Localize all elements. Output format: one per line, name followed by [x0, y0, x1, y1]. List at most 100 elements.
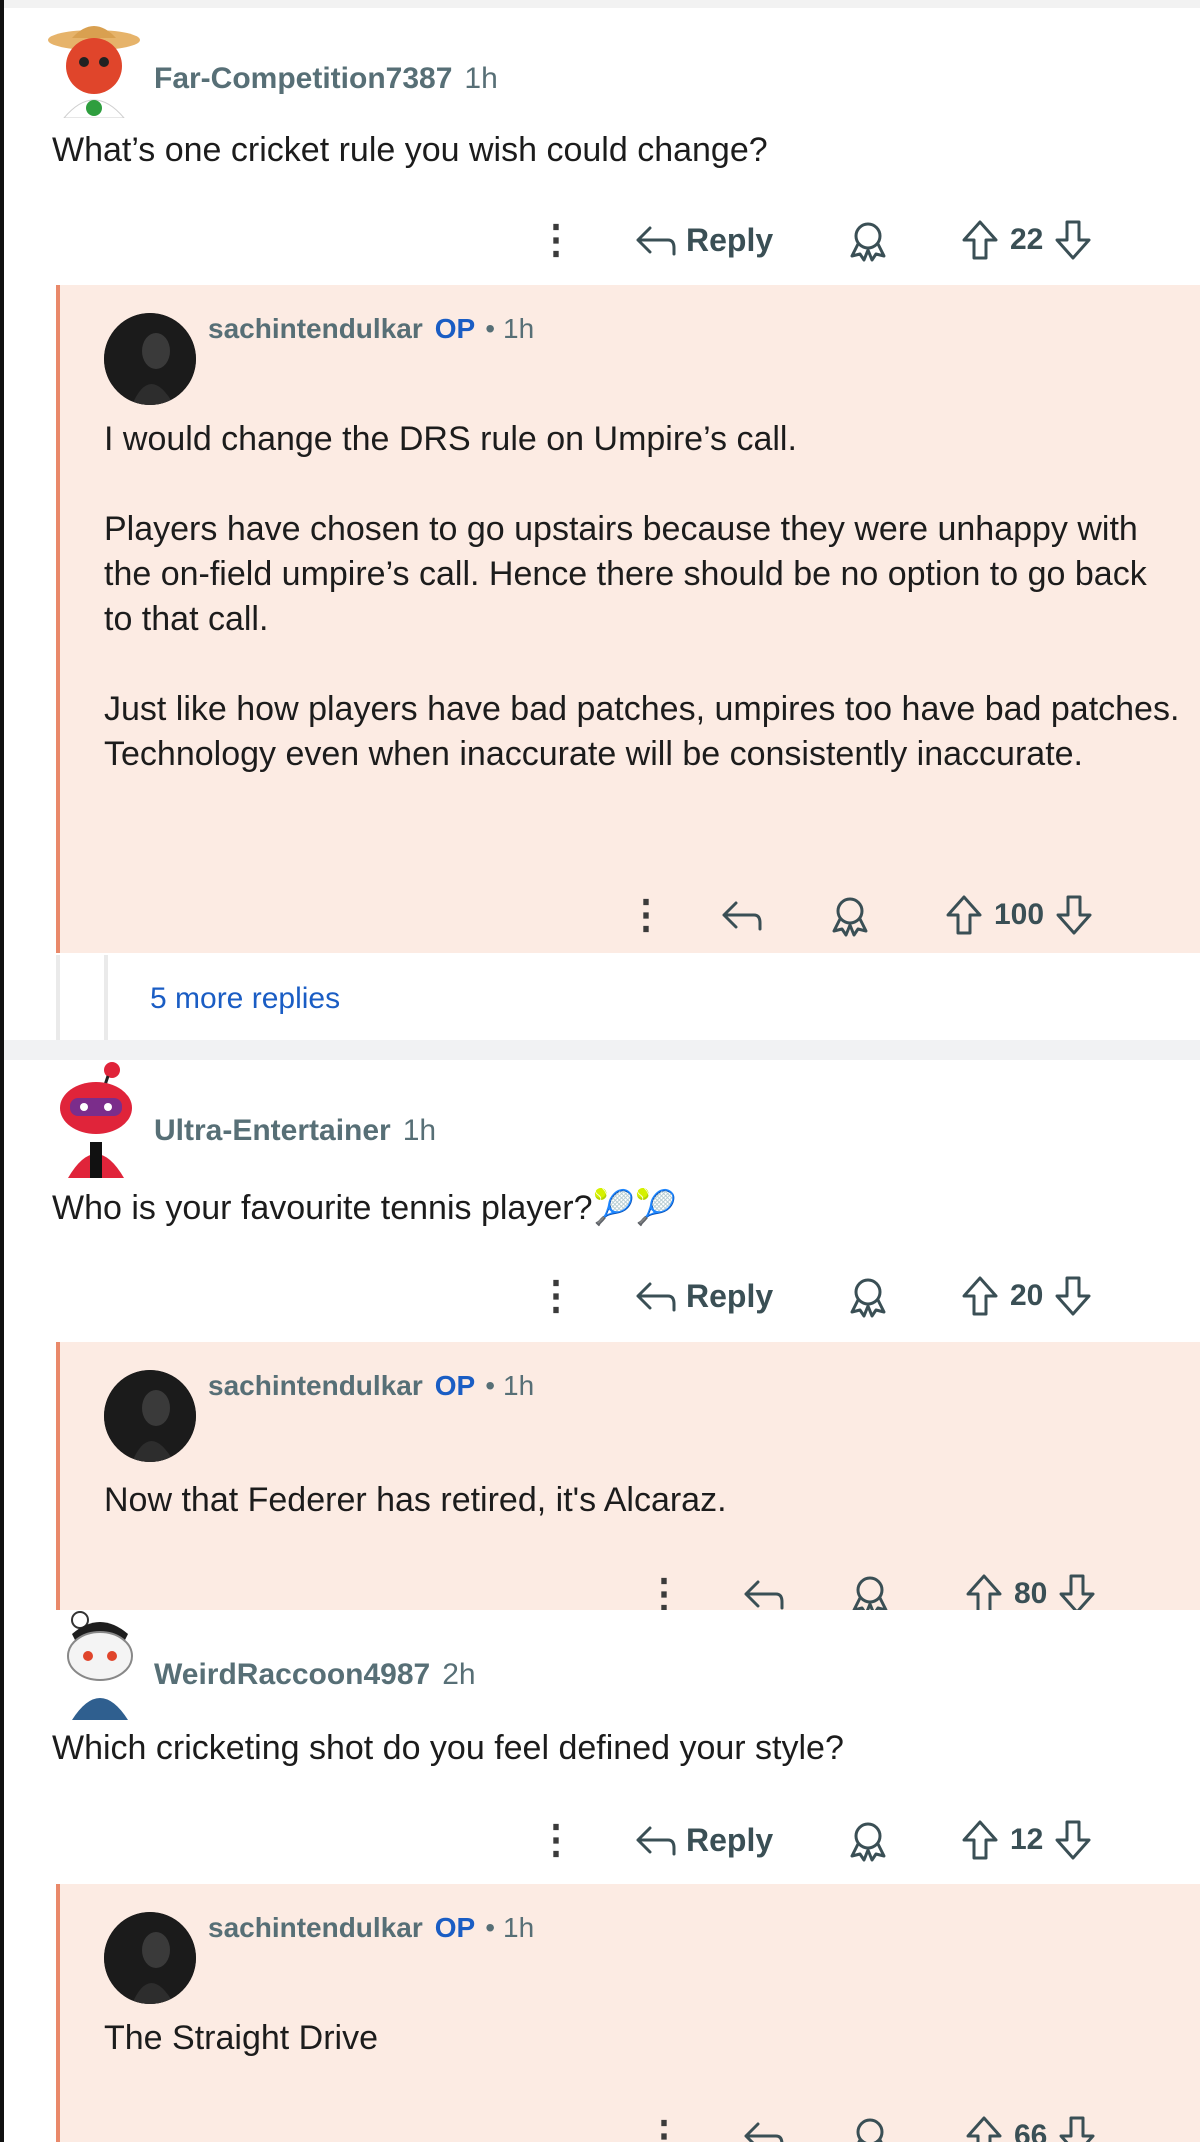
- comment-thread-2: Ultra-Entertainer 1h Who is your favouri…: [4, 1060, 1200, 1610]
- reply-time: 1h: [503, 313, 535, 344]
- more-options-button[interactable]: ⋮: [536, 1810, 576, 1870]
- more-options-button[interactable]: ⋮: [536, 1266, 576, 1326]
- upvote-icon[interactable]: [944, 893, 984, 937]
- op-avatar[interactable]: [104, 1370, 196, 1462]
- comment-body: Who is your favourite tennis player?🎾🎾: [52, 1189, 678, 1227]
- user-avatar[interactable]: [58, 1608, 142, 1720]
- comment-thread-3: WeirdRaccoon4987 2h Which cricketing sho…: [4, 1600, 1200, 2142]
- award-icon: [850, 1278, 886, 1318]
- reply-author[interactable]: sachintendulkar: [208, 1370, 423, 1402]
- thread-line: [56, 955, 60, 1040]
- separator-dot: •: [485, 1912, 496, 1943]
- upvote-icon[interactable]: [960, 218, 1000, 262]
- award-icon: [856, 2118, 884, 2142]
- reply-comment: sachintendulkar OP • 1h I would change t…: [56, 285, 1200, 953]
- reply-paragraph: Just like how players have bad patches, …: [104, 690, 1180, 773]
- user-avatar[interactable]: [46, 10, 144, 118]
- comment-meta: Ultra-Entertainer 1h: [154, 1114, 436, 1148]
- reply-button[interactable]: [742, 2106, 786, 2142]
- comment-actions: ⋮ Reply 20: [4, 1266, 1200, 1326]
- vote-controls: 20: [960, 1266, 1093, 1326]
- reply-author[interactable]: sachintendulkar: [208, 1912, 423, 1944]
- more-options-button[interactable]: ⋮: [536, 210, 576, 270]
- thread-separator: [4, 1040, 1200, 1060]
- vote-count: 66: [1014, 2119, 1048, 2142]
- reply-paragraph: I would change the DRS rule on Umpire’s …: [104, 420, 797, 458]
- comment-time: 1h: [464, 62, 498, 95]
- downvote-icon[interactable]: [1053, 218, 1093, 262]
- reply-label: Reply: [686, 1821, 774, 1858]
- reply-arrow-icon: [636, 226, 676, 256]
- comment-author[interactable]: Ultra-Entertainer: [154, 1114, 391, 1148]
- comment-thread-1: Far-Competition7387 1h What’s one cricke…: [4, 0, 1200, 1040]
- award-icon: [850, 1822, 886, 1862]
- comment-time: 1h: [402, 1114, 437, 1147]
- kebab-icon: ⋮: [536, 1818, 576, 1862]
- award-icon: [850, 222, 886, 262]
- reply-arrow-icon: [722, 901, 762, 931]
- kebab-icon: ⋮: [626, 893, 666, 937]
- comment-actions: ⋮ Reply 22: [4, 210, 1200, 270]
- downvote-icon[interactable]: [1053, 1274, 1093, 1318]
- separator-dot: •: [485, 313, 496, 344]
- award-button[interactable]: [846, 1810, 890, 1870]
- comment-author[interactable]: WeirdRaccoon4987: [154, 1658, 430, 1692]
- reply-label: Reply: [686, 221, 774, 258]
- upvote-icon[interactable]: [960, 1818, 1000, 1862]
- award-button[interactable]: [846, 1266, 890, 1326]
- award-button[interactable]: [846, 210, 890, 270]
- op-avatar[interactable]: [104, 313, 196, 405]
- reply-paragraph: Players have chosen to go upstairs becau…: [104, 510, 1147, 638]
- comment-actions: ⋮ Reply 12: [4, 1810, 1200, 1870]
- reply-arrow-icon: [636, 1826, 676, 1856]
- reply-author[interactable]: sachintendulkar: [208, 313, 423, 345]
- vote-controls: 66: [964, 2106, 1097, 2142]
- comment-body: Which cricketing shot do you feel define…: [52, 1729, 844, 1767]
- vote-controls: 100: [944, 885, 1094, 945]
- vote-controls: 12: [960, 1810, 1093, 1870]
- reply-arrow-icon: [636, 1282, 676, 1312]
- vote-count: 12: [1010, 1823, 1044, 1856]
- separator-dot: •: [485, 1370, 496, 1401]
- downvote-icon[interactable]: [1054, 893, 1094, 937]
- user-avatar[interactable]: [56, 1062, 142, 1178]
- comment-body: What’s one cricket rule you wish could c…: [52, 131, 768, 169]
- downvote-icon[interactable]: [1053, 1818, 1093, 1862]
- reply-body: I would change the DRS rule on Umpire’s …: [104, 417, 1184, 777]
- vote-count: 22: [1010, 223, 1044, 256]
- upvote-icon[interactable]: [964, 2114, 1004, 2142]
- kebab-icon: ⋮: [536, 218, 576, 262]
- reply-body: Now that Federer has retired, it's Alcar…: [104, 1478, 1184, 1523]
- reply-paragraph: Now that Federer has retired, it's Alcar…: [104, 1481, 727, 1519]
- reply-button[interactable]: Reply: [634, 210, 773, 270]
- comment-text: Who is your favourite tennis player?🎾🎾: [52, 1186, 1152, 1231]
- reply-actions: ⋮ 100: [60, 885, 1200, 945]
- comment-author[interactable]: Far-Competition7387: [154, 62, 452, 96]
- comment-time: 2h: [442, 1658, 476, 1691]
- reply-comment: sachintendulkar OP • 1h The Straight Dri…: [56, 1884, 1200, 2142]
- reply-button[interactable]: [720, 885, 764, 945]
- comment-text: Which cricketing shot do you feel define…: [52, 1726, 1152, 1771]
- upvote-icon[interactable]: [960, 1274, 1000, 1318]
- reply-meta: sachintendulkar OP • 1h: [208, 1370, 534, 1402]
- kebab-icon: ⋮: [644, 2114, 684, 2142]
- downvote-icon[interactable]: [1057, 2114, 1097, 2142]
- vote-count: 20: [1010, 1279, 1044, 1312]
- reply-button[interactable]: Reply: [634, 1810, 773, 1870]
- reply-label: Reply: [686, 1277, 774, 1314]
- reply-meta: sachintendulkar OP • 1h: [208, 1912, 534, 1944]
- reply-comment: sachintendulkar OP • 1h Now that Federer…: [56, 1342, 1200, 1610]
- comment-meta: Far-Competition7387 1h: [154, 62, 498, 96]
- reply-time: 1h: [503, 1370, 535, 1401]
- vote-controls: 22: [960, 210, 1093, 270]
- award-button[interactable]: [848, 2106, 892, 2142]
- more-options-button[interactable]: ⋮: [626, 885, 666, 945]
- more-options-button[interactable]: ⋮: [644, 2106, 684, 2142]
- more-replies-link[interactable]: 5 more replies: [150, 982, 340, 1016]
- reply-button[interactable]: Reply: [634, 1266, 773, 1326]
- reply-body: The Straight Drive: [104, 2016, 1184, 2061]
- reply-meta: sachintendulkar OP • 1h: [208, 313, 534, 345]
- reply-arrow-icon: [744, 2122, 784, 2142]
- award-button[interactable]: [828, 885, 872, 945]
- op-avatar[interactable]: [104, 1912, 196, 2004]
